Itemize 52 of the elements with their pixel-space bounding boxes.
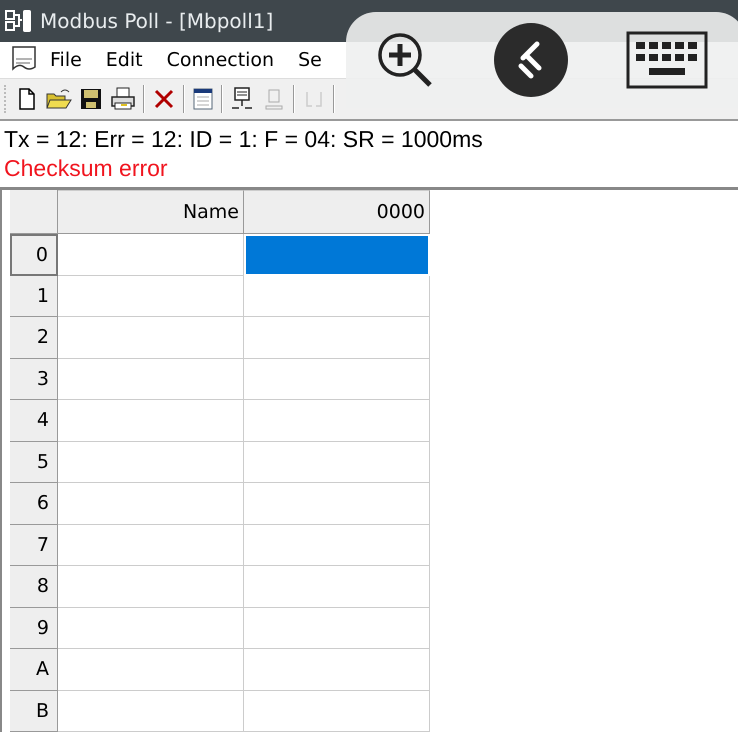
table-cell[interactable] (58, 608, 244, 649)
app-logo-icon (4, 8, 34, 34)
row-header[interactable]: A (10, 649, 58, 690)
table-cell[interactable] (244, 276, 430, 317)
print-icon[interactable] (109, 86, 137, 112)
table-cell[interactable] (58, 483, 244, 524)
menu-item[interactable]: Se (286, 49, 334, 71)
row-header[interactable]: 5 (10, 442, 58, 483)
table-cell[interactable] (58, 317, 244, 358)
table-cell[interactable] (244, 524, 430, 566)
table-cell[interactable] (58, 442, 244, 483)
window-icon[interactable] (191, 86, 215, 112)
table-cell[interactable] (58, 358, 244, 400)
table-cell[interactable] (244, 690, 430, 732)
error-message: Checksum error (4, 154, 169, 183)
column-header[interactable]: Name (58, 190, 244, 234)
table-cell[interactable] (58, 524, 244, 566)
menu-item[interactable]: File (38, 49, 94, 71)
remote-desktop-icon[interactable] (492, 22, 569, 98)
table-cell[interactable] (244, 608, 430, 649)
table-cell[interactable] (244, 649, 430, 690)
row-header[interactable]: 3 (10, 358, 58, 400)
row-header[interactable]: B (10, 690, 58, 732)
keyboard-icon[interactable] (626, 31, 708, 89)
status-text: Tx = 12: Err = 12: ID = 1: F = 04: SR = 1000ms (4, 125, 484, 154)
row-header[interactable]: 8 (10, 566, 58, 608)
menu-item[interactable]: Connection (154, 49, 286, 71)
table-cell[interactable] (244, 400, 430, 442)
save-icon[interactable] (79, 86, 103, 112)
computer-icon[interactable] (229, 86, 255, 112)
column-header[interactable]: 0000 (244, 190, 430, 234)
table-cell[interactable] (58, 690, 244, 732)
table-cell[interactable] (244, 566, 430, 608)
row-header[interactable]: 4 (10, 400, 58, 442)
menu-item[interactable]: Edit (94, 49, 155, 71)
row-header[interactable]: 2 (10, 317, 58, 358)
row-header[interactable]: 7 (10, 524, 58, 566)
table-cell[interactable] (58, 400, 244, 442)
window-title: Modbus Poll - [Mbpoll1] (40, 9, 274, 33)
table-cell[interactable] (244, 483, 430, 524)
row-header[interactable]: 6 (10, 483, 58, 524)
row-header[interactable]: 1 (10, 276, 58, 317)
table-cell[interactable] (58, 649, 244, 690)
table-cell[interactable] (58, 234, 244, 276)
table-cell[interactable] (58, 276, 244, 317)
table-cell[interactable] (244, 317, 430, 358)
table-cell[interactable] (58, 566, 244, 608)
corner-header (10, 190, 58, 234)
row-header[interactable]: 9 (10, 608, 58, 649)
table-cell[interactable] (244, 442, 430, 483)
table-cell[interactable] (244, 358, 430, 400)
row-header[interactable]: 0 (10, 234, 58, 276)
